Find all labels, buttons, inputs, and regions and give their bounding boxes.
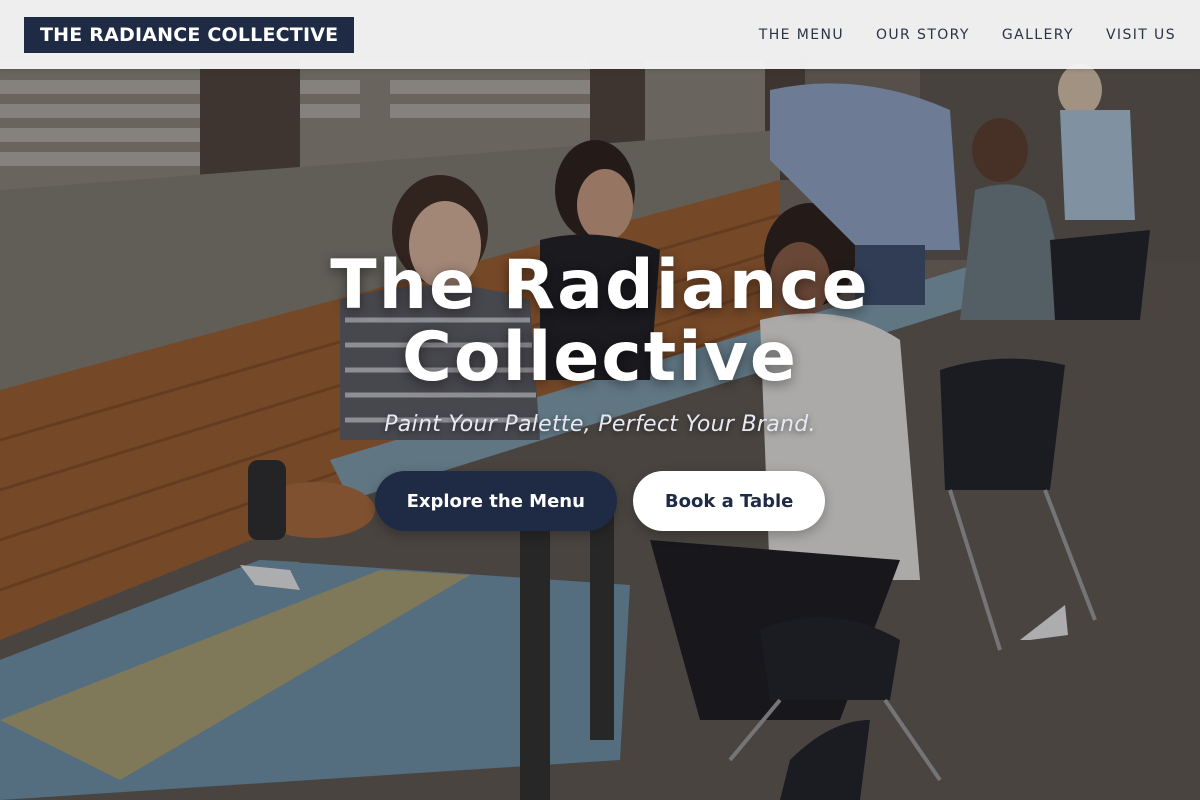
hero-tagline: Paint Your Palette, Perfect Your Brand.	[384, 412, 816, 437]
hero-title: The Radiance Collective	[330, 246, 870, 397]
explore-menu-button[interactable]: Explore the Menu	[374, 471, 617, 531]
brand-logo[interactable]: THE RADIANCE COLLECTIVE	[24, 16, 355, 53]
main-nav: THE MENU OUR STORY GALLERY VISIT US	[759, 27, 1176, 43]
nav-link-our-story[interactable]: OUR STORY	[876, 27, 970, 43]
nav-link-visit-us[interactable]: VISIT US	[1106, 27, 1176, 43]
book-table-button[interactable]: Book a Table	[632, 471, 826, 531]
hero-content: The Radiance Collective Paint Your Palet…	[0, 250, 1200, 531]
hero-section: THE RADIANCE COLLECTIVE THE MENU OUR STO…	[0, 0, 1200, 800]
hero-cta-group: Explore the Menu Book a Table	[0, 471, 1200, 531]
nav-link-the-menu[interactable]: THE MENU	[759, 27, 844, 43]
nav-link-gallery[interactable]: GALLERY	[1002, 27, 1074, 43]
site-header: THE RADIANCE COLLECTIVE THE MENU OUR STO…	[0, 0, 1200, 69]
